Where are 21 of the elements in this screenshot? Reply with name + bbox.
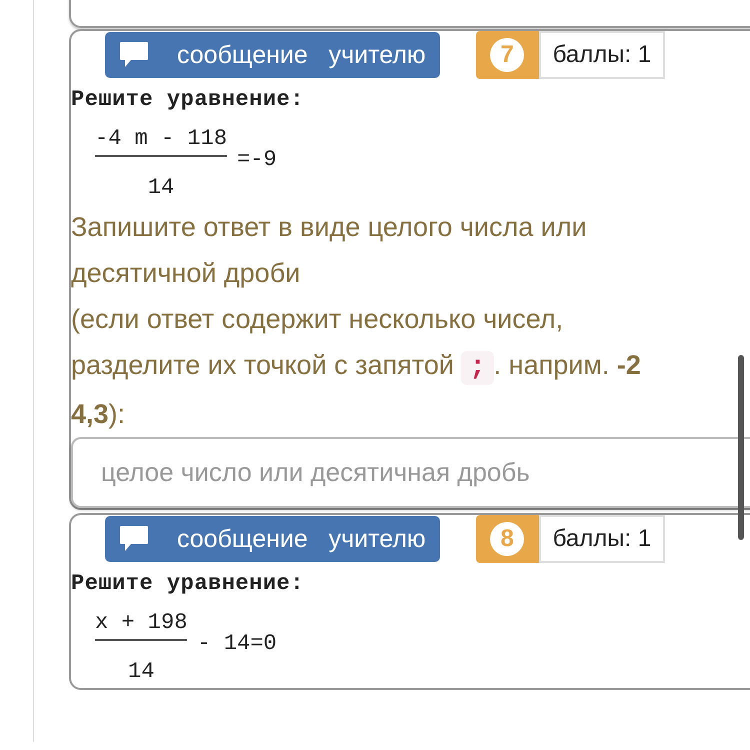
equation-rest: =-9: [237, 146, 277, 174]
scrollbar[interactable]: [738, 355, 744, 540]
instruction-text: Запишите ответ в виде целого числа или десятичной дроби (если ответ содержит несколько чисел, разделите их точкой с запятой ; . наприм. -2 4,3):: [71, 211, 642, 431]
message-teacher-button[interactable]: сообщение учителю: [105, 516, 440, 562]
equation-rest: - 14=0: [197, 630, 277, 658]
message-teacher-button[interactable]: сообщение учителю: [105, 32, 440, 78]
task-number: 8: [490, 522, 524, 556]
prompt-text: Решите уравнение:: [71, 570, 305, 598]
denominator: 14: [128, 658, 154, 686]
task-number: 7: [490, 38, 524, 72]
numerator: -4 m - 118: [95, 125, 228, 153]
chat-bubble-icon: [119, 525, 149, 553]
numerator: x + 198: [95, 609, 188, 637]
answer-field[interactable]: целое число или десятичная дробь: [71, 437, 750, 508]
denominator: 14: [148, 174, 174, 202]
separator-code: ;: [461, 351, 494, 385]
points-label: баллы: 1: [538, 515, 666, 563]
chat-bubble-icon: [119, 41, 149, 69]
points-label: баллы: 1: [538, 31, 666, 79]
answer-field[interactable]: [69, 0, 750, 28]
prompt-text: Решите уравнение:: [71, 86, 305, 114]
